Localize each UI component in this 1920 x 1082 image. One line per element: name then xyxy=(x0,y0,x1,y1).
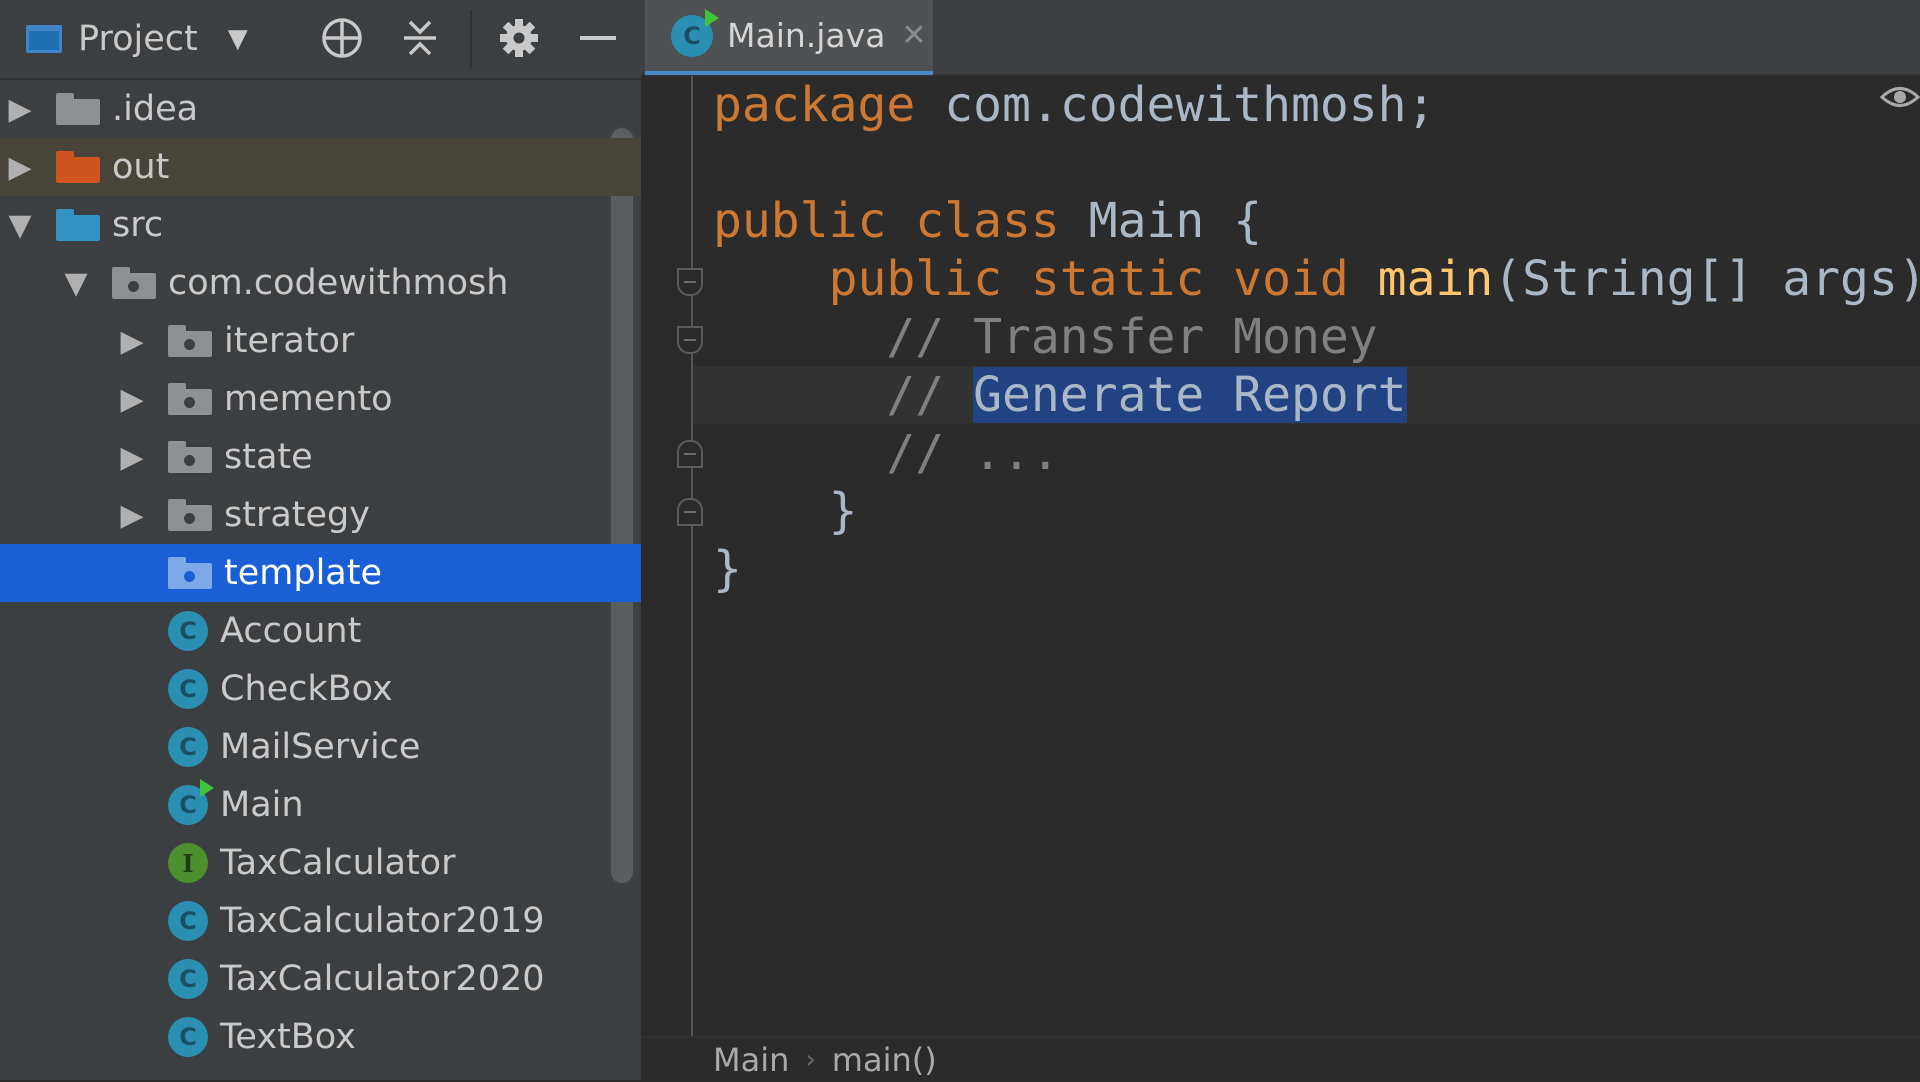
tree-item-label: template xyxy=(224,553,382,593)
package-icon xyxy=(168,383,212,415)
tree-item-iterator[interactable]: ▶ iterator xyxy=(0,312,641,370)
tree-item-mailservice[interactable]: C MailService xyxy=(0,718,641,776)
tree-item-state[interactable]: ▶ state xyxy=(0,428,641,486)
code-line-7: // ... xyxy=(713,425,1060,481)
breadcrumb-item-class[interactable]: Main xyxy=(713,1041,789,1079)
expand-arrow-icon[interactable]: ▶ xyxy=(112,382,152,417)
fold-marker-icon[interactable] xyxy=(677,440,703,468)
code-line-5: // Transfer Money xyxy=(713,309,1378,365)
tree-item-label: out xyxy=(112,147,170,187)
tree-item-label: iterator xyxy=(224,321,355,361)
tree-item-label: TextBox xyxy=(220,1017,356,1057)
gear-icon[interactable] xyxy=(495,14,543,62)
tree-item-src[interactable]: ▼ src xyxy=(0,196,641,254)
tree-item-label: state xyxy=(224,437,313,477)
interface-icon: I xyxy=(168,843,208,883)
tree-item-label: com.codewithmosh xyxy=(168,263,509,303)
fold-marker-icon[interactable] xyxy=(677,326,703,354)
collapse-arrow-icon[interactable]: ▼ xyxy=(56,266,96,301)
tree-item-label: src xyxy=(112,205,164,245)
expand-arrow-icon[interactable]: ▶ xyxy=(0,150,40,185)
class-icon: C xyxy=(168,959,208,999)
runnable-class-icon: C xyxy=(168,779,214,825)
code-area[interactable]: package com.codewithmosh; public class M… xyxy=(713,76,1920,598)
package-icon xyxy=(168,325,212,357)
runnable-class-icon: C xyxy=(671,8,719,57)
code-line-1: package com.codewithmosh; xyxy=(713,77,1436,133)
toolbar-separator xyxy=(470,10,472,68)
project-panel: Project ▼ ▶ .idea ▶ out ▼ src ▼ com.code… xyxy=(0,0,641,1080)
expand-arrow-icon[interactable]: ▶ xyxy=(112,440,152,475)
selected-text: Generate Report xyxy=(973,367,1407,423)
expand-arrow-icon[interactable]: ▶ xyxy=(0,92,40,127)
expand-arrow-icon[interactable]: ▶ xyxy=(112,324,152,359)
tree-item-out[interactable]: ▶ out xyxy=(0,138,641,196)
excluded-folder-icon xyxy=(56,151,100,183)
class-icon: C xyxy=(168,611,208,651)
tab-main-java[interactable]: C Main.java ✕ xyxy=(645,0,933,75)
class-icon: C xyxy=(168,669,208,709)
class-icon: C xyxy=(168,727,208,767)
tree-item-taxcalculator2020[interactable]: C TaxCalculator2020 xyxy=(0,950,641,1008)
project-title: Project xyxy=(78,19,198,59)
class-icon: C xyxy=(168,1017,208,1057)
tree-item-label: MailService xyxy=(220,727,421,767)
package-icon xyxy=(168,499,212,531)
close-icon[interactable]: ✕ xyxy=(901,18,926,53)
tree-item-account[interactable]: C Account xyxy=(0,602,641,660)
project-window-icon xyxy=(26,25,62,53)
package-icon xyxy=(112,267,156,299)
code-line-6: // Generate Report xyxy=(713,367,1407,423)
code-line-9: } xyxy=(713,541,742,597)
code-editor: C Main.java ✕ package com.codewithmosh; … xyxy=(641,0,1920,1082)
editor-gutter[interactable] xyxy=(641,76,693,1036)
gutter-divider xyxy=(691,76,693,1036)
tree-item-taxcalculator[interactable]: I TaxCalculator xyxy=(0,834,641,892)
tree-item-taxcalculator2019[interactable]: C TaxCalculator2019 xyxy=(0,892,641,950)
code-line-8: } xyxy=(713,483,858,539)
tree-item-checkbox[interactable]: C CheckBox xyxy=(0,660,641,718)
tree-item-label: .idea xyxy=(112,89,199,129)
tree-item-label: Main xyxy=(220,785,304,825)
editor-tab-bar: C Main.java ✕ xyxy=(641,0,1920,76)
breadcrumb-item-method[interactable]: main() xyxy=(832,1041,937,1079)
tree-item-label: TaxCalculator2020 xyxy=(220,959,545,999)
tree-item-memento[interactable]: ▶ memento xyxy=(0,370,641,428)
tree-item-idea[interactable]: ▶ .idea xyxy=(0,80,641,138)
dropdown-caret-icon: ▼ xyxy=(227,24,248,54)
folder-icon xyxy=(56,93,100,125)
code-line-4: public static void main(String[] args) { xyxy=(713,251,1920,307)
tree-item-label: TaxCalculator2019 xyxy=(220,901,545,941)
tree-item-strategy[interactable]: ▶ strategy xyxy=(0,486,641,544)
tree-item-label: memento xyxy=(224,379,393,419)
fold-marker-icon[interactable] xyxy=(677,498,703,526)
project-view-selector[interactable]: Project ▼ xyxy=(26,19,248,59)
tree-item-textbox[interactable]: C TextBox xyxy=(0,1008,641,1066)
collapse-arrow-icon[interactable]: ▼ xyxy=(0,208,40,243)
tree-item-template[interactable]: template xyxy=(0,544,641,602)
breadcrumb-separator: › xyxy=(805,1045,816,1075)
expand-arrow-icon[interactable]: ▶ xyxy=(112,498,152,533)
tree-item-label: CheckBox xyxy=(220,669,393,709)
fold-marker-icon[interactable] xyxy=(677,268,703,296)
package-icon xyxy=(168,557,212,589)
hide-panel-minimize-icon[interactable] xyxy=(574,14,622,62)
locate-crosshair-icon[interactable] xyxy=(318,14,366,62)
collapse-all-icon[interactable] xyxy=(396,14,444,62)
project-tree: ▶ .idea ▶ out ▼ src ▼ com.codewithmosh ▶… xyxy=(0,80,641,1066)
class-icon: C xyxy=(168,901,208,941)
package-icon xyxy=(168,441,212,473)
tree-item-label: Account xyxy=(220,611,362,651)
tree-item-main[interactable]: C Main xyxy=(0,776,641,834)
tree-item-label: strategy xyxy=(224,495,370,535)
tree-item-label: TaxCalculator xyxy=(220,843,456,883)
tab-label: Main.java xyxy=(727,16,886,55)
breadcrumb: Main › main() xyxy=(641,1036,1920,1082)
source-folder-icon xyxy=(56,209,100,241)
tree-item-com-codewithmosh[interactable]: ▼ com.codewithmosh xyxy=(0,254,641,312)
project-toolbar: Project ▼ xyxy=(0,0,641,80)
code-line-3: public class Main { xyxy=(713,193,1263,249)
